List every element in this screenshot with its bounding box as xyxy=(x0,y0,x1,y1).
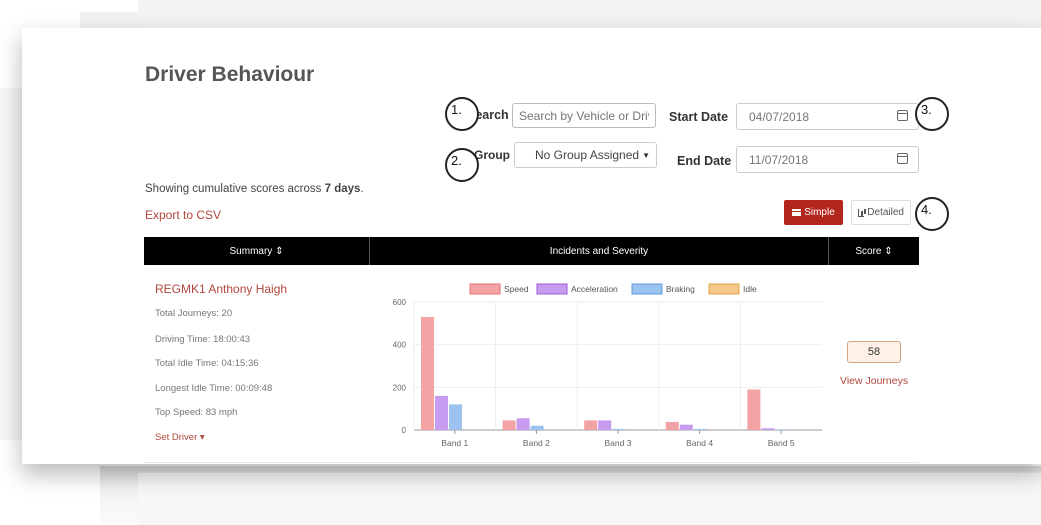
group-label: Group xyxy=(474,148,510,162)
column-header-incidents: Incidents and Severity xyxy=(370,237,829,265)
calendar-icon[interactable] xyxy=(897,110,908,121)
stat-total-journeys: Total Journeys: 20 xyxy=(155,308,233,319)
legend-swatch xyxy=(708,283,740,295)
legend-swatch xyxy=(536,283,568,295)
page-title: Driver Behaviour xyxy=(145,63,315,86)
bar-braking xyxy=(449,404,462,430)
set-driver-dropdown[interactable]: Set Driver ▾ xyxy=(155,432,205,443)
group-select-value: No Group Assigned xyxy=(535,148,640,162)
legend-label: Braking xyxy=(666,284,695,294)
bar-acceleration xyxy=(761,428,775,430)
column-header-summary[interactable]: Summary ⇕ xyxy=(144,237,370,265)
group-select[interactable]: No Group Assigned ▼ xyxy=(514,142,657,168)
x-tick-label: Band 3 xyxy=(605,438,632,448)
x-tick-label: Band 4 xyxy=(686,438,713,448)
bar-braking xyxy=(612,428,626,430)
bar-speed xyxy=(584,420,598,430)
end-date-field[interactable]: 11/07/2018 xyxy=(736,146,919,173)
bar-speed xyxy=(421,316,434,430)
column-header-score[interactable]: Score ⇕ xyxy=(829,237,919,265)
view-journeys-link[interactable]: View Journeys xyxy=(840,375,908,387)
calendar-icon[interactable] xyxy=(897,153,908,164)
incidents-chart: 0 200 400 600 Band 1 Band 2 Band 3 Band 4 Band 5… xyxy=(393,283,822,448)
end-date-label: End Date xyxy=(677,154,732,168)
stat-driving-time: Driving Time: 18:00:43 xyxy=(155,334,251,345)
bar-speed xyxy=(747,389,761,430)
x-tick-label: Band 2 xyxy=(523,438,550,448)
bar-braking xyxy=(693,428,707,430)
export-csv-link[interactable]: Export to CSV xyxy=(145,208,221,222)
driver-name-link[interactable]: REGMK1 Anthony Haigh xyxy=(155,282,287,296)
stat-longest-idle-time: Longest Idle Time: 00:09:48 xyxy=(155,383,273,394)
y-tick-label: 200 xyxy=(393,383,407,392)
caret-down-icon: ▼ xyxy=(642,150,650,160)
callout-3: 3. xyxy=(915,97,949,131)
bar-acceleration xyxy=(679,424,693,430)
bar-braking xyxy=(775,429,789,430)
background-panel xyxy=(0,88,23,440)
bar-acceleration xyxy=(516,418,530,430)
summary-days: 7 days xyxy=(324,183,361,195)
y-tick-label: 600 xyxy=(393,298,407,307)
legend-label: Acceleration xyxy=(571,284,618,294)
bar-chart-icon xyxy=(858,208,865,217)
end-date-value: 11/07/2018 xyxy=(749,152,809,167)
bar-speed xyxy=(502,420,516,430)
x-tick-label: Band 5 xyxy=(768,438,795,448)
simple-view-button[interactable]: Simple xyxy=(784,200,843,225)
callout-2: 2. xyxy=(445,148,479,182)
legend-label: Speed xyxy=(504,284,529,294)
bar-acceleration xyxy=(598,420,612,430)
start-date-value: 04/07/2018 xyxy=(749,109,810,124)
driver-behaviour-page: Driver Behaviour Search Group No Group A… xyxy=(22,28,1041,464)
start-date-field[interactable]: 04/07/2018 xyxy=(736,103,919,130)
callout-1: 1. xyxy=(445,97,479,131)
legend-swatch xyxy=(469,283,501,295)
callout-4: 4. xyxy=(915,197,949,231)
stat-top-speed: Top Speed: 83 mph xyxy=(155,407,238,418)
summary-text: Showing cumulative scores across 7 days. xyxy=(145,183,364,195)
list-icon xyxy=(792,209,802,216)
x-tick-label: Band 1 xyxy=(441,438,468,448)
y-tick-label: 400 xyxy=(393,341,407,350)
detailed-view-button[interactable]: Detailed xyxy=(851,200,911,225)
legend-swatch xyxy=(631,283,663,295)
row-divider xyxy=(144,462,919,463)
table-header: Summary ⇕ Incidents and Severity Score ⇕ xyxy=(144,237,919,265)
search-input[interactable] xyxy=(512,103,656,128)
background-panel-lower xyxy=(138,472,1041,525)
bar-speed xyxy=(665,421,679,430)
background-strip xyxy=(138,0,1041,28)
start-date-label: Start Date xyxy=(669,110,729,124)
y-tick-label: 0 xyxy=(402,426,407,435)
legend-label: Idle xyxy=(743,284,757,294)
score-badge: 58 xyxy=(847,341,901,363)
stat-total-idle-time: Total Idle Time: 04:15:36 xyxy=(155,358,259,369)
bar-braking xyxy=(530,425,544,430)
bar-acceleration xyxy=(435,395,448,430)
